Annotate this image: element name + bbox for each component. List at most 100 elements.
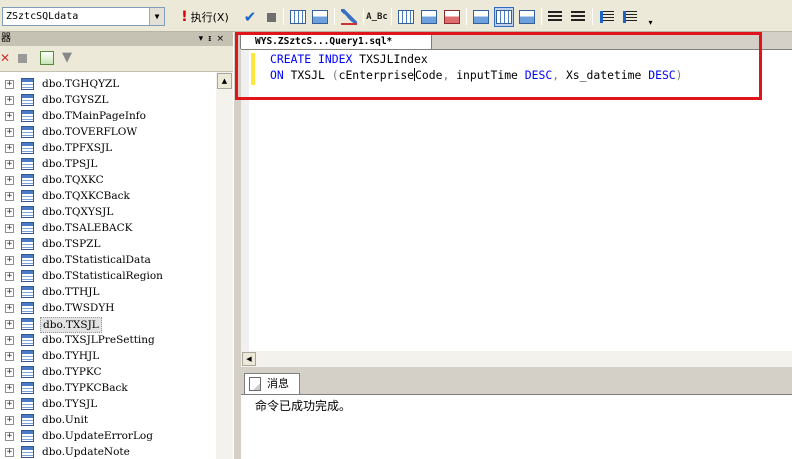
message-text: 命令已成功完成。 [255,399,352,413]
tree-item[interactable]: + dbo.TYPKCBack [0,380,216,396]
tree-item[interactable]: + dbo.TXSJL [0,316,216,333]
filter-icon[interactable]: ▼ [62,51,76,65]
results-to-file-button[interactable] [442,7,462,27]
query-options-button[interactable] [310,7,330,27]
actual-plan-button[interactable] [396,7,416,27]
expand-icon[interactable]: + [5,368,14,377]
toolbar-divider [592,8,593,25]
expand-icon[interactable]: + [5,256,14,265]
expand-icon[interactable]: + [5,448,14,457]
table-icon [21,318,34,330]
comment-lines-button[interactable] [545,7,565,27]
toolbar-divider [391,8,392,25]
tree-item[interactable]: + dbo.TStatisticalData [0,252,216,268]
expand-icon[interactable]: + [5,240,14,249]
tree-item[interactable]: + dbo.Unit [0,412,216,428]
results-to-text-button[interactable] [471,7,491,27]
tree-item[interactable]: + dbo.UpdateNote [0,444,216,459]
expand-icon[interactable]: + [5,96,14,105]
cancel-query-button[interactable] [262,7,280,27]
close-icon[interactable]: × [216,34,229,44]
tree-item[interactable]: + dbo.TSPZL [0,236,216,252]
editor-horizontal-scrollbar[interactable]: ◀ [241,351,792,367]
tree-item[interactable]: + dbo.TWSDYH [0,300,216,316]
checkmark-icon: ✔ [243,8,257,26]
expand-icon[interactable]: + [5,320,14,329]
object-explorer-toolbar: ✕ ▼ [0,46,233,72]
uncomment-lines-button[interactable] [568,7,588,27]
expand-icon[interactable]: + [5,432,14,441]
expand-icon[interactable]: + [5,128,14,137]
expand-icon[interactable]: + [5,352,14,361]
dropdown-icon[interactable]: ▾ [199,34,209,44]
tree-item[interactable]: + dbo.TPFXSJL [0,140,216,156]
design-query-button[interactable] [339,7,359,27]
expand-icon[interactable]: + [5,160,14,169]
scroll-left-icon[interactable]: ◀ [242,352,256,366]
tree-item[interactable]: + dbo.TOVERFLOW [0,124,216,140]
tree-item[interactable]: + dbo.TSALEBACK [0,220,216,236]
tree-item-label: dbo.UpdateNote [42,446,130,458]
tree-item[interactable]: + dbo.TMainPageInfo [0,108,216,124]
expand-icon[interactable]: + [5,176,14,185]
expand-icon[interactable]: + [5,272,14,281]
expand-icon[interactable]: + [5,192,14,201]
refresh-icon[interactable] [40,51,54,65]
query-tab[interactable]: WYS.ZSztcS...Query1.sql* [240,34,432,49]
tree-item[interactable]: + dbo.TXSJLPreSetting [0,332,216,348]
table-icon [21,206,34,218]
tree-item[interactable]: + dbo.TYHJL [0,348,216,364]
expand-icon[interactable]: + [5,384,14,393]
execute-button[interactable]: ! 执行(X) [173,7,237,27]
tree-item[interactable]: + dbo.TYPKC [0,364,216,380]
expand-icon[interactable]: + [5,112,14,121]
table-icon [21,142,34,154]
sql-editor[interactable]: CREATE INDEX TXSJLIndex ON TXSJL (cEnter… [241,49,792,352]
tree-item[interactable]: + dbo.TQXKC [0,172,216,188]
tree-item-label: dbo.TSALEBACK [42,222,133,234]
tree-item[interactable]: + dbo.TStatisticalRegion [0,268,216,284]
tree-item[interactable]: + dbo.TPSJL [0,156,216,172]
tree-item[interactable]: + dbo.TYSJL [0,396,216,412]
expand-icon[interactable]: + [5,224,14,233]
tree-item[interactable]: + dbo.TGHQYZL [0,76,216,92]
column-enterprise-code-a: cEnterprise [338,68,415,82]
tree-item-label: dbo.TXSJL [40,317,102,333]
estimated-plan-button[interactable] [288,7,308,27]
expand-icon[interactable]: + [5,144,14,153]
table-icon [21,270,34,282]
tree-item[interactable]: + dbo.TGYSZL [0,92,216,108]
tree-item[interactable]: + dbo.TTHJL [0,284,216,300]
tree-item-label: dbo.TGYSZL [42,94,109,106]
scroll-up-icon[interactable]: ▲ [217,73,232,89]
table-icon [21,382,34,394]
results-to-grid-button[interactable] [494,7,514,27]
keyword-desc: DESC [648,68,676,82]
text-results-icon [473,10,489,24]
tree-item[interactable]: + dbo.UpdateErrorLog [0,428,216,444]
expand-icon[interactable]: + [5,288,14,297]
expand-icon[interactable]: + [5,416,14,425]
messages-tab[interactable]: 消息 [244,373,300,394]
toolbar-overflow-icon[interactable]: ▾ [646,16,655,30]
intellisense-button[interactable]: A̲Bc [366,7,388,27]
expand-icon[interactable]: + [5,400,14,409]
chevron-down-icon[interactable]: ▼ [149,8,164,25]
database-select[interactable]: ZSztcSQLdata ▼ [2,7,165,26]
expand-icon[interactable]: + [5,336,14,345]
expand-icon[interactable]: + [5,304,14,313]
disconnect-icon[interactable]: ✕ [0,51,14,65]
column-input-time: inputTime [456,68,518,82]
decrease-indent-button[interactable] [597,7,617,27]
increase-indent-button[interactable] [620,7,640,27]
results-to-file-alt-button[interactable] [517,7,537,27]
tree-scrollbar[interactable]: ▲ [216,72,233,459]
client-statistics-button[interactable] [419,7,439,27]
tree-item[interactable]: + dbo.TQXYSJL [0,204,216,220]
tree-item[interactable]: + dbo.TQXKCBack [0,188,216,204]
tree-item-label: dbo.TYPKCBack [42,382,128,394]
stop-icon[interactable] [18,54,27,63]
parse-button[interactable]: ✔ [240,7,260,27]
expand-icon[interactable]: + [5,80,14,89]
expand-icon[interactable]: + [5,208,14,217]
